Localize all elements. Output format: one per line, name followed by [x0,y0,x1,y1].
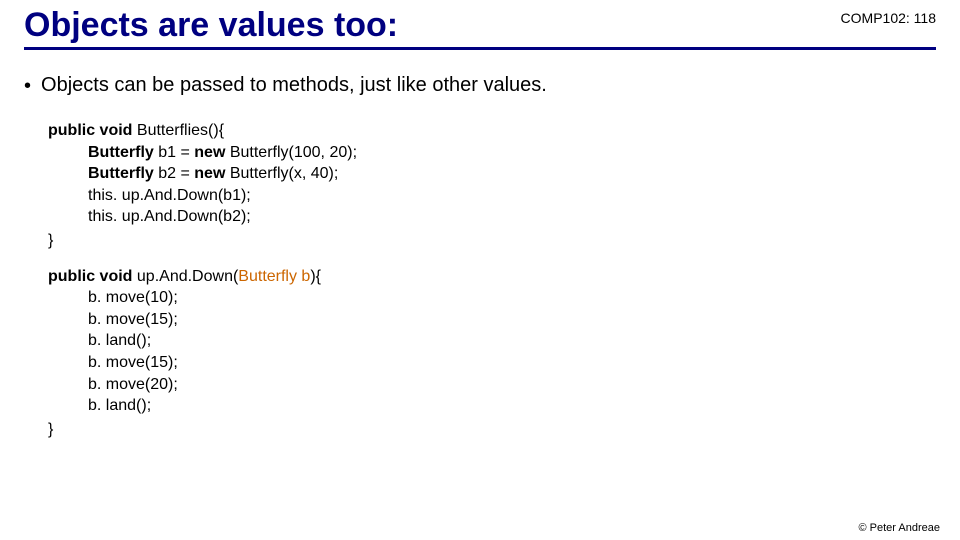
code-param: Butterfly b [238,268,310,285]
code-line: b. move(10); [48,287,936,309]
code-line: b. move(15); [48,352,936,374]
code-line: b. land(); [48,330,936,352]
bullet-item: • Objects can be passed to methods, just… [24,74,936,98]
code-keyword: new [194,165,225,182]
code-keyword: public void [48,268,132,285]
code-brace: } [48,230,936,252]
code-keyword: Butterfly [88,144,154,161]
copyright-footer: © Peter Andreae [859,522,941,534]
code-keyword: new [194,144,225,161]
code-line: b. land(); [48,395,936,417]
course-code: COMP102: 118 [841,10,936,26]
code-text: b2 = [154,165,194,182]
slide-title: Objects are values too: [24,6,936,47]
bullet-text: Objects can be passed to methods, just l… [41,74,547,97]
code-line: b. move(20); [48,374,936,396]
code-line: b. move(15); [48,309,936,331]
code-text: up.And.Down( [132,268,238,285]
code-text: Butterfly(100, 20); [225,144,357,161]
code-block-1: public void Butterflies(){ Butterfly b1 … [48,120,936,252]
code-block-2: public void up.And.Down(Butterfly b){ b.… [48,266,936,441]
code-line: this. up.And.Down(b2); [48,206,936,228]
code-keyword: Butterfly [88,165,154,182]
code-text: ){ [310,268,321,285]
code-line: this. up.And.Down(b1); [48,185,936,207]
code-text: Butterflies(){ [132,122,224,139]
bullet-dot-icon: • [24,74,31,98]
code-text: b1 = [154,144,194,161]
code-text: Butterfly(x, 40); [225,165,338,182]
code-keyword: public void [48,122,132,139]
code-brace: } [48,419,936,441]
